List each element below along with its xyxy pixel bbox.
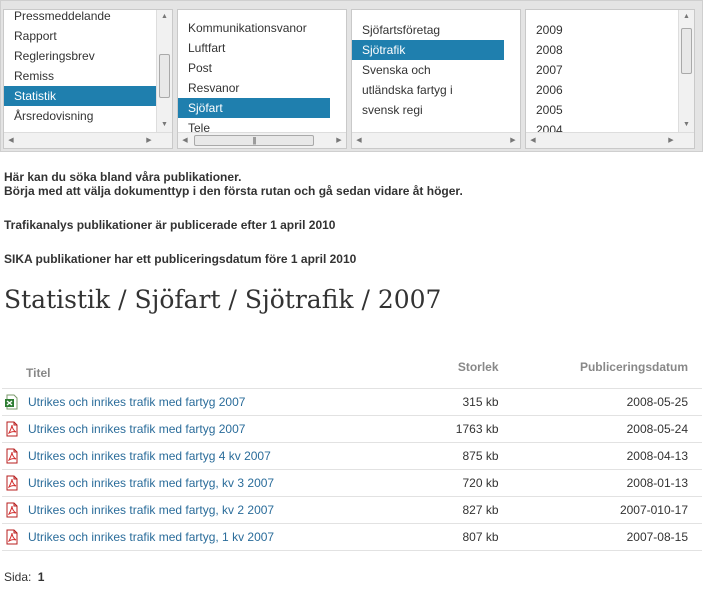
- listbox-option-selected[interactable]: Sjötrafik: [352, 40, 504, 60]
- publish-date: 2007-010-17: [512, 495, 702, 523]
- file-size: 720 kb: [424, 468, 513, 496]
- pagination: Sida: 1: [4, 570, 44, 584]
- listbox-option[interactable]: Post: [178, 58, 330, 78]
- scroll-left-icon[interactable]: ◀: [352, 133, 366, 148]
- file-size: 875 kb: [424, 441, 513, 469]
- year-listbox[interactable]: 2009 2008 2007 2006 2005 2004 ▲ ▼ ◀ ▶: [525, 9, 695, 149]
- listbox-option[interactable]: Sjöfartsföretag: [352, 20, 504, 40]
- pdf-icon[interactable]: [4, 502, 20, 518]
- listbox-option[interactable]: Svenska och: [352, 60, 504, 80]
- intro-line: Börja med att välja dokumenttyp i den fö…: [4, 184, 463, 198]
- category-listbox[interactable]: Kommunikationsvanor Luftfart Post Resvan…: [177, 9, 347, 149]
- publication-link[interactable]: Utrikes och inrikes trafik med fartyg, k…: [28, 476, 274, 490]
- vertical-scrollbar[interactable]: ▲ ▼: [678, 10, 694, 132]
- filter-panel: Pressmeddelande Rapport Regleringsbrev R…: [0, 0, 703, 152]
- page-number[interactable]: 1: [38, 570, 45, 584]
- table-row: Utrikes och inrikes trafik med fartyg, k…: [2, 495, 702, 523]
- pager-label: Sida:: [4, 570, 32, 584]
- file-size: 315 kb: [424, 387, 513, 415]
- pdf-icon[interactable]: [4, 421, 20, 437]
- listbox-option[interactable]: Kommunikationsvanor: [178, 18, 330, 38]
- listbox-option[interactable]: Pressmeddelande: [4, 10, 156, 26]
- file-size: 827 kb: [424, 495, 513, 523]
- scroll-thumb[interactable]: [159, 54, 170, 98]
- listbox-option-selected[interactable]: Sjöfart: [178, 98, 330, 118]
- intro-line: Här kan du söka bland våra publikationer…: [4, 170, 242, 184]
- publish-date: 2008-05-25: [512, 387, 702, 415]
- publish-date: 2008-01-13: [512, 468, 702, 496]
- doctype-listbox[interactable]: Pressmeddelande Rapport Regleringsbrev R…: [3, 9, 173, 149]
- listbox-option[interactable]: 2008: [526, 40, 678, 60]
- table-row: Utrikes och inrikes trafik med fartyg, k…: [2, 468, 702, 496]
- table-row: Utrikes och inrikes trafik med fartyg 20…: [2, 414, 702, 442]
- scroll-thumb[interactable]: [681, 28, 692, 74]
- listbox-option[interactable]: Årsredovisning: [4, 106, 156, 126]
- horizontal-scrollbar[interactable]: ◀ ▶: [352, 132, 520, 148]
- listbox-option[interactable]: Remiss: [4, 66, 156, 86]
- scroll-left-icon[interactable]: ◀: [526, 133, 540, 148]
- publication-link[interactable]: Utrikes och inrikes trafik med fartyg 20…: [28, 422, 245, 436]
- table-row: Utrikes och inrikes trafik med fartyg, 1…: [2, 522, 702, 551]
- vertical-scrollbar[interactable]: ▲ ▼: [156, 10, 172, 132]
- publication-link[interactable]: Utrikes och inrikes trafik med fartyg 4 …: [28, 449, 271, 463]
- publish-date: 2008-05-24: [512, 414, 702, 442]
- listbox-option[interactable]: Resvanor: [178, 78, 330, 98]
- pdf-icon[interactable]: [4, 529, 20, 545]
- file-size: 807 kb: [424, 522, 513, 551]
- scroll-left-icon[interactable]: ◀: [178, 133, 192, 148]
- scroll-up-icon[interactable]: ▲: [679, 10, 694, 24]
- pdf-icon[interactable]: [4, 448, 20, 464]
- intro-line: Trafikanalys publikationer är publicerad…: [4, 218, 336, 232]
- publications-table: Titel Storlek Publiceringsdatum Utrikes …: [2, 358, 702, 551]
- listbox-option[interactable]: 2009: [526, 20, 678, 40]
- publication-link[interactable]: Utrikes och inrikes trafik med fartyg, 1…: [28, 530, 274, 544]
- page-title: Statistik / Sjöfart / Sjötrafik / 2007: [4, 285, 442, 314]
- scroll-thumb[interactable]: |||: [194, 135, 314, 146]
- scroll-left-icon[interactable]: ◀: [4, 133, 18, 148]
- column-header-date[interactable]: Publiceringsdatum: [513, 358, 703, 388]
- listbox-option[interactable]: 2007: [526, 60, 678, 80]
- listbox-option[interactable]: svensk regi: [352, 100, 504, 120]
- table-row: Utrikes och inrikes trafik med fartyg 20…: [2, 387, 702, 415]
- publish-date: 2007-08-15: [512, 522, 702, 551]
- table-header-row: Titel Storlek Publiceringsdatum: [2, 358, 702, 388]
- scroll-up-icon[interactable]: ▲: [157, 10, 172, 24]
- listbox-option[interactable]: Rapport: [4, 26, 156, 46]
- horizontal-scrollbar[interactable]: ◀ ▶: [4, 132, 172, 148]
- file-size: 1763 kb: [424, 414, 513, 442]
- pdf-icon[interactable]: [4, 475, 20, 491]
- listbox-option[interactable]: 2005: [526, 100, 678, 120]
- horizontal-scrollbar[interactable]: ◀ ▶: [526, 132, 694, 148]
- listbox-option[interactable]: utländska fartyg i: [352, 80, 504, 100]
- horizontal-scrollbar[interactable]: ◀ ||| ▶: [178, 132, 346, 148]
- listbox-option[interactable]: 2006: [526, 80, 678, 100]
- subcategory-listbox[interactable]: Sjöfartsföretag Sjötrafik Svenska och ut…: [351, 9, 521, 149]
- table-row: Utrikes och inrikes trafik med fartyg 4 …: [2, 441, 702, 469]
- listbox-option-selected[interactable]: Statistik: [4, 86, 156, 106]
- column-header-size[interactable]: Storlek: [424, 358, 512, 388]
- scroll-down-icon[interactable]: ▼: [157, 118, 172, 132]
- listbox-option[interactable]: Regleringsbrev: [4, 46, 156, 66]
- publication-link[interactable]: Utrikes och inrikes trafik med fartyg 20…: [28, 395, 245, 409]
- listbox-option[interactable]: Luftfart: [178, 38, 330, 58]
- scroll-right-icon[interactable]: ▶: [664, 133, 678, 148]
- intro-text: Här kan du söka bland våra publikationer…: [4, 170, 694, 266]
- column-header-title[interactable]: Titel: [2, 358, 424, 388]
- intro-line: SIKA publikationer har ett publiceringsd…: [4, 252, 357, 266]
- scroll-right-icon[interactable]: ▶: [332, 133, 346, 148]
- excel-icon[interactable]: [4, 394, 20, 410]
- publication-link[interactable]: Utrikes och inrikes trafik med fartyg, k…: [28, 503, 274, 517]
- scroll-right-icon[interactable]: ▶: [506, 133, 520, 148]
- scroll-right-icon[interactable]: ▶: [142, 133, 156, 148]
- scroll-down-icon[interactable]: ▼: [679, 118, 694, 132]
- publish-date: 2008-04-13: [512, 441, 702, 469]
